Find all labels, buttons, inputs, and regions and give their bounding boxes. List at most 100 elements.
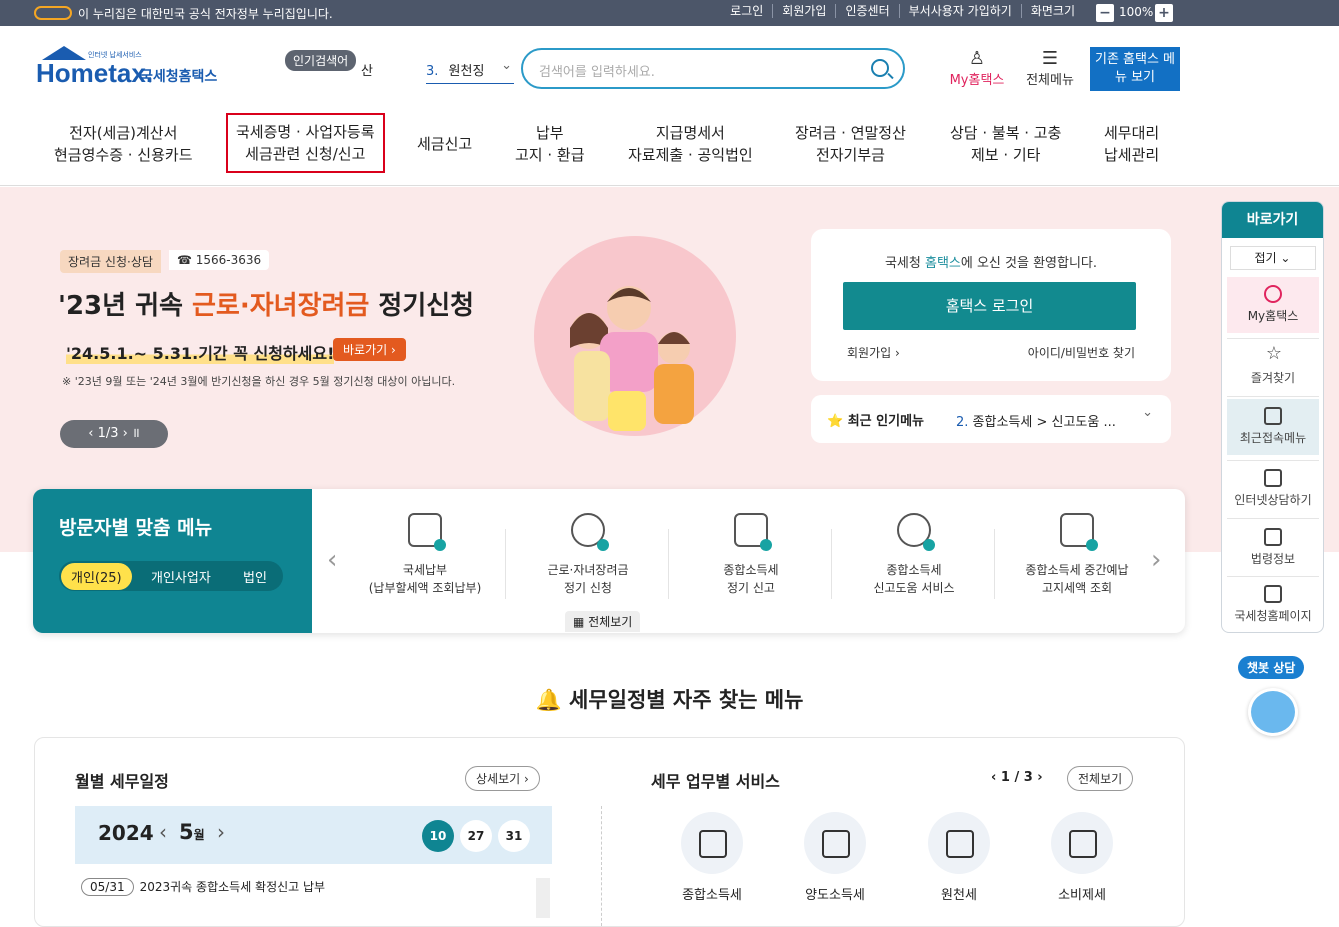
nav-label: 납부 [535,124,564,142]
all-menu-button[interactable]: ☰ 전체메뉴 [1020,48,1080,88]
quick-nts-homepage[interactable]: 국세청홈페이지 [1227,577,1319,632]
visitor-item-label: 정기 신고 [727,581,775,595]
popular-keyword[interactable]: 산 [361,60,373,79]
nav-payment[interactable]: 납부 고지 · 환급 [515,122,585,166]
services-view-all[interactable]: 전체보기 [1067,766,1134,791]
nav-e-invoice[interactable]: 전자(세금)계산서현금영수증 · 신용카드 [54,122,193,166]
cart-icon [1051,812,1113,874]
hero-title-b: 정기신청 [369,291,475,321]
divider [1227,518,1319,519]
visitor-item-tax-payment[interactable]: 국세납부 (납부할세액 조회납부) [345,513,505,597]
receipt-icon [928,812,990,874]
visitor-item-interim-prepayment[interactable]: 종합소득세 중간예납 고지세액 조회 [997,513,1157,597]
detail-view-button[interactable]: 상세보기 › [465,766,540,791]
visitor-menu-header: 방문자별 맞춤 메뉴 개인(25) 개인사업자 법인 [33,489,312,633]
schedule-day[interactable]: 31 [498,820,530,852]
nav-label: 현금영수증 · 신용카드 [54,146,193,164]
cert-center-link[interactable]: 인증센터 [835,4,898,18]
service-withholding-tax[interactable]: 원천세 [914,812,1004,903]
bell-icon: 🔔 [535,688,562,712]
find-id-password-link[interactable]: 아이디/비밀번호 찾기 [1028,344,1135,361]
dept-user-join-link[interactable]: 부서사용자 가입하기 [898,4,1021,18]
services-pager[interactable]: ‹ 1 / 3 › [991,770,1043,785]
logo-en: Hometax. [36,58,154,88]
schedule-day[interactable]: 10 [422,820,454,852]
main-nav: 전자(세금)계산서현금영수증 · 신용카드 국세증명 · 사업자등록 세금관련 신… [0,108,1339,186]
visitor-item-filing-help[interactable]: 종합소득세 신고도움 서비스 [834,513,994,597]
search-placeholder: 검색어를 입력하세요. [539,65,655,80]
divider [994,529,995,599]
quick-label: 법령정보 [1250,552,1296,566]
search-input[interactable]: 검색어를 입력하세요. [521,48,905,89]
schedule-event[interactable]: 05/31 2023귀속 종합소득세 확정신고 납부 [81,878,326,896]
popular-rank: 3. [426,64,439,79]
zoom-in-button[interactable]: + [1155,4,1173,22]
login-link[interactable]: 로그인 [721,4,772,18]
nav-certificate-registration[interactable]: 국세증명 · 사업자등록 세금관련 신청/신고 [226,113,385,173]
chevron-right-icon[interactable]: › [217,820,225,844]
schedule-day[interactable]: 27 [460,820,492,852]
gov-notice-bar: 이 누리집은 대한민국 공식 전자정부 누리집입니다. 로그인 회원가입 인증센… [0,0,1339,26]
quick-menu-title: 바로가기 [1222,202,1323,238]
popular-keyword-select[interactable]: 3. 원천징 ⌄ [426,58,514,84]
view-all-button[interactable]: ▦ 전체보기 [565,611,641,632]
nav-tax-return[interactable]: 세금신고 [417,133,472,155]
tab-corporation[interactable]: 법인 [243,567,267,586]
quick-recent-menu[interactable]: 최근접속메뉴 [1227,399,1319,455]
nav-incentive[interactable]: 장려금 · 연말정산 전자기부금 [795,122,906,166]
tab-individual-business[interactable]: 개인사업자 [151,567,211,586]
nav-label: 납세관리 [1104,146,1160,164]
service-consumption-tax[interactable]: 소비제세 [1037,812,1127,903]
divider [1227,396,1319,397]
search-icon[interactable] [871,59,889,77]
join-link[interactable]: 회원가입 › [847,344,900,361]
fold-button[interactable]: 접기 ⌄ [1229,246,1316,270]
chevron-right-icon[interactable]: › [1151,545,1161,575]
visitor-item-income-tax-return[interactable]: 종합소득세 정기 신고 [671,513,831,597]
divider [668,529,669,599]
service-income-tax[interactable]: 종합소득세 [667,812,757,903]
nav-tax-agent[interactable]: 세무대리 납세관리 [1104,122,1159,166]
login-button[interactable]: 홈택스 로그인 [843,282,1136,330]
chevron-down-icon[interactable]: ⌄ [1142,405,1153,420]
zoom-out-button[interactable]: − [1096,4,1114,22]
nav-payment-statement[interactable]: 지급명세서 자료제출 · 공익법인 [628,122,753,166]
schedule-section-title: 🔔 세무일정별 자주 찾는 메뉴 [0,684,1339,714]
my-hometax-button[interactable]: ♙ My홈택스 [946,48,1008,88]
my-hometax-label: My홈택스 [949,73,1005,88]
quick-label: 인터넷상담하기 [1234,493,1312,507]
visitor-item-incentive[interactable]: 근로·자녀장려금 정기 신청 [508,513,668,597]
report-icon [734,513,772,551]
banner-pager[interactable]: ‹ 1/3 › ॥ [60,420,168,448]
hero-phone: ☎ 1566-3636 [169,250,270,270]
hero-title: '23년 귀속 근로·자녀장려금 정기신청 [58,285,474,322]
scrollbar[interactable] [536,878,550,918]
hero-note: ※ '23년 9월 또는 '24년 3월에 반기신청을 하신 경우 5월 정기신… [62,375,456,388]
old-hometax-button[interactable]: 기존 홈택스 메뉴 보기 [1090,47,1180,91]
chatbot-icon[interactable] [1248,688,1298,736]
chatbot-label[interactable]: 챗봇 상담 [1238,656,1305,679]
chevron-left-icon[interactable]: ‹ [327,545,337,575]
quick-law-info[interactable]: 법령정보 [1227,520,1319,576]
quick-my-hometax[interactable]: My홈택스 [1227,277,1319,333]
service-transfer-tax[interactable]: 양도소득세 [790,812,880,903]
tab-individual[interactable]: 개인(25) [61,563,132,590]
visitor-menu-title: 방문자별 맞춤 메뉴 [59,517,213,539]
recent-popular-menu[interactable]: ⭐ 최근 인기메뉴 2. 종합소득세 > 신고도움 ... ⌄ [811,395,1171,443]
welcome-hometax: 홈택스 [924,256,961,271]
popular-menu-item[interactable]: 2. 종합소득세 > 신고도움 ... [956,411,1116,430]
join-link[interactable]: 회원가입 [772,4,835,18]
hometax-logo[interactable]: 인터넷 납세서비스 Hometax. 국세청홈택스 [36,46,236,92]
hero-go-button[interactable]: 바로가기 › [333,338,406,361]
visitor-item-label: 고지세액 조회 [1041,581,1113,595]
quick-favorites[interactable]: ☆ 즐겨찾기 [1227,339,1319,395]
nav-label: 전자(세금)계산서 [69,124,178,142]
event-title: 2023귀속 종합소득세 확정신고 납부 [139,880,326,894]
quick-menu: 바로가기 접기 ⌄ My홈택스 ☆ 즐겨찾기 최근접속메뉴 인터넷상담하기 법령정… [1221,201,1324,633]
gavel-icon [1264,528,1282,546]
nav-consulting[interactable]: 상담 · 불복 · 고충 제보 · 기타 [950,122,1061,166]
quick-internet-consult[interactable]: 인터넷상담하기 [1227,461,1319,517]
month-unit: 월 [193,828,205,842]
schedule-panel: 월별 세무일정 상세보기 › 2024 ‹ 5월 › 10 27 31 05/3… [34,737,1185,927]
chevron-left-icon[interactable]: ‹ [159,820,167,844]
